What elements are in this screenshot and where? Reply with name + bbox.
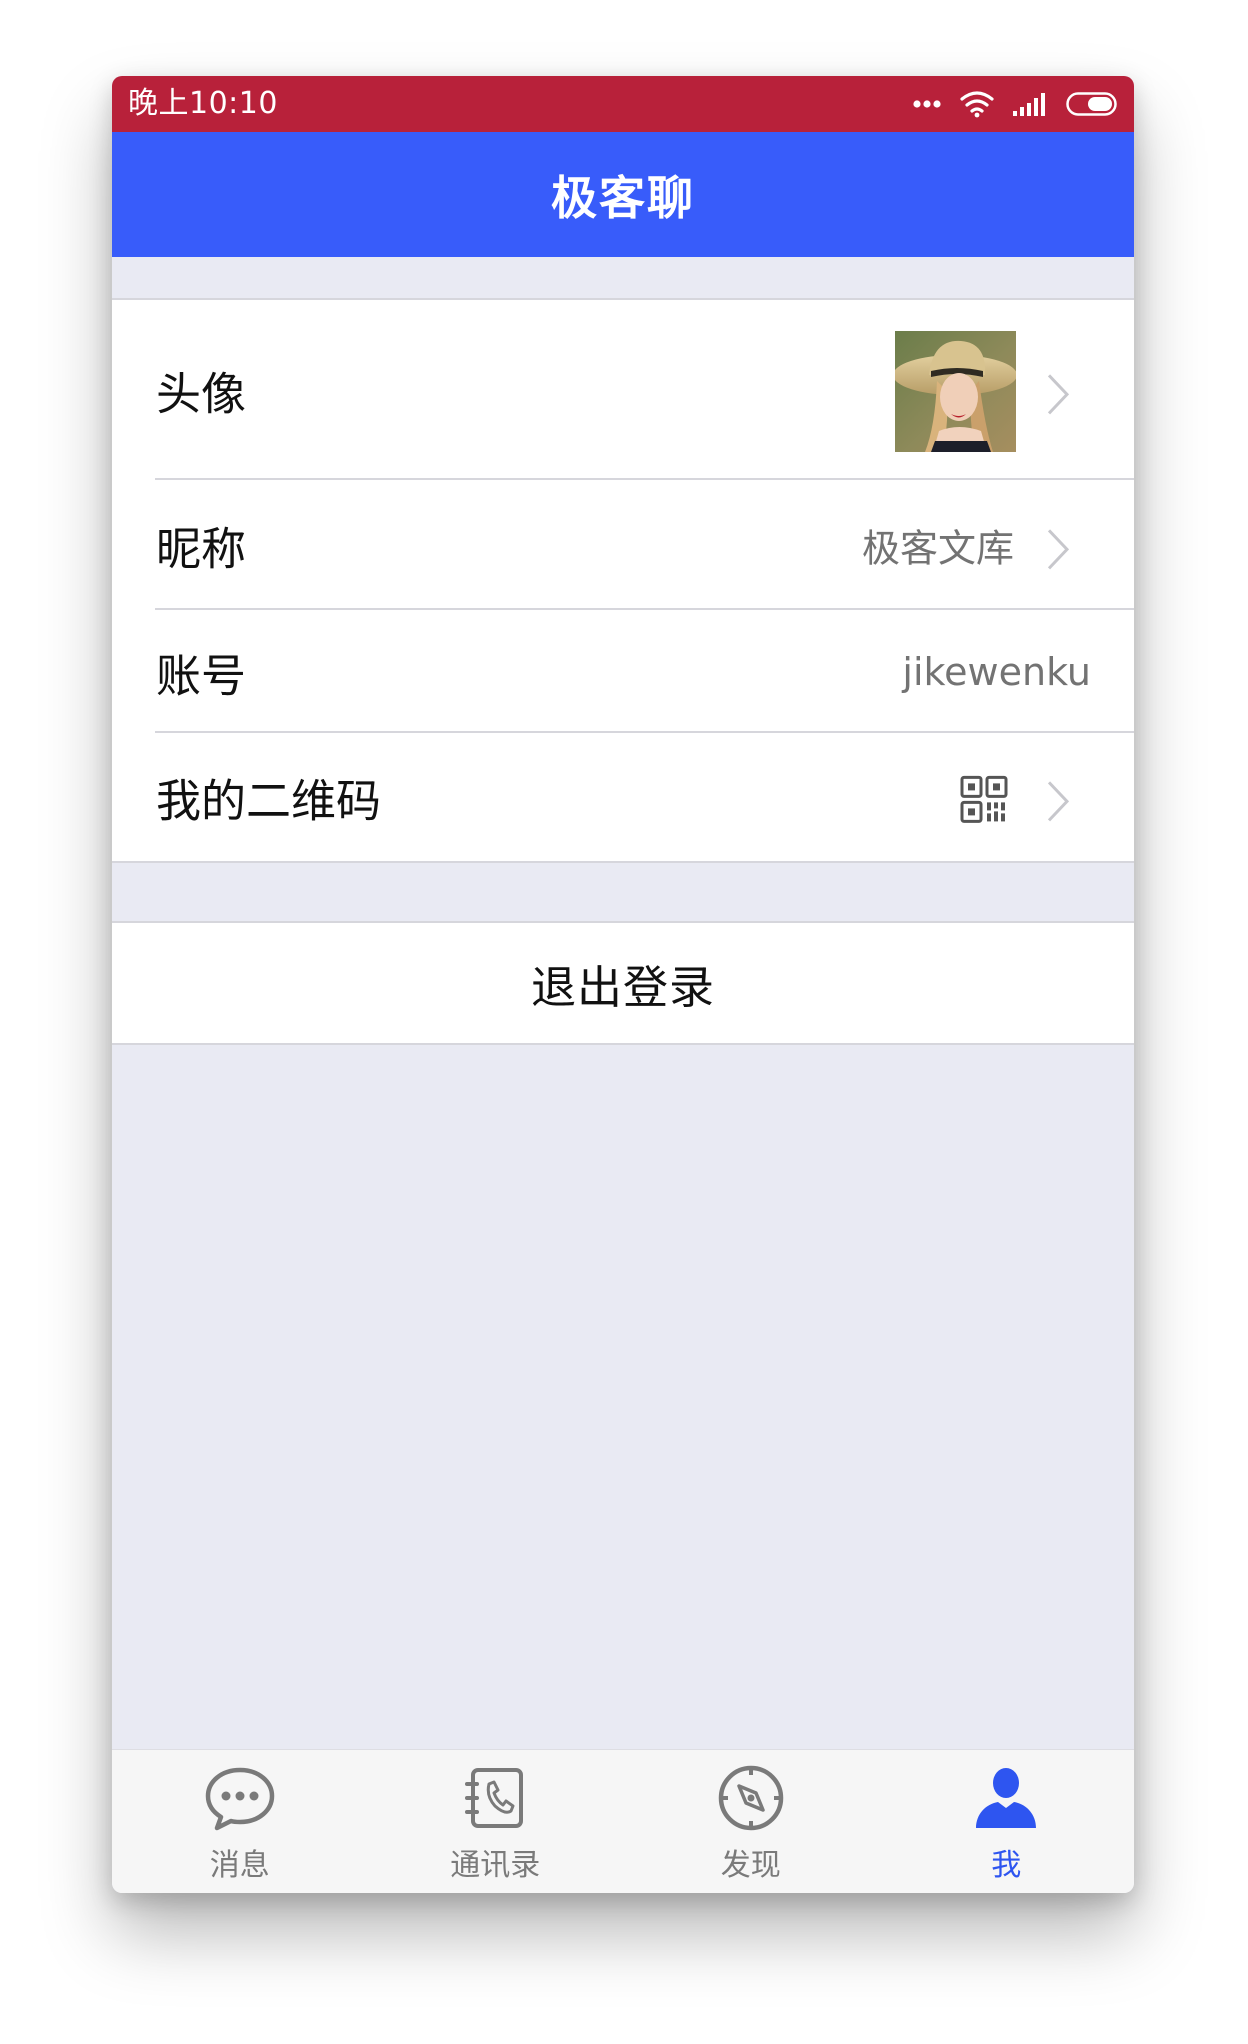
avatar-row[interactable]: 头像: [112, 300, 1134, 480]
logout-button[interactable]: 退出登录: [112, 923, 1134, 1043]
status-bar: 晚上10:10: [112, 76, 1134, 132]
tab-messages[interactable]: 消息: [112, 1750, 368, 1893]
phone-screen: 晚上10:10 极客聊 头像 昵称 极客文库 账号 jikewenku 我的二维…: [112, 76, 1134, 1893]
tab-bar: 消息 通讯录 发现 我: [112, 1749, 1134, 1893]
chevron-right-icon: [1047, 374, 1070, 415]
nickname-label: 昵称: [156, 522, 247, 576]
battery-icon: [1066, 92, 1117, 116]
contacts-book-icon: [465, 1768, 524, 1828]
avatar: [895, 331, 1016, 452]
tab-label: 发现: [720, 1848, 781, 1883]
qrcode-label: 我的二维码: [156, 774, 382, 828]
person-icon: [976, 1768, 1037, 1828]
account-row: 账号 jikewenku: [112, 610, 1134, 733]
nickname-row[interactable]: 昵称 极客文库: [112, 480, 1134, 610]
logout-group: 退出登录: [112, 921, 1134, 1045]
tab-label: 我: [991, 1848, 1022, 1883]
account-label: 账号: [156, 649, 247, 702]
wifi-icon: [960, 91, 994, 118]
chevron-right-icon: [1047, 781, 1070, 822]
tab-contacts[interactable]: 通讯录: [368, 1750, 624, 1893]
nav-bar: 极客聊: [112, 132, 1134, 257]
page-title: 极客聊: [551, 170, 695, 225]
status-icons: [912, 86, 1120, 122]
chevron-right-icon: [1047, 529, 1070, 570]
compass-icon: [718, 1765, 783, 1831]
qrcode-row[interactable]: 我的二维码: [112, 733, 1134, 861]
qr-code-icon: [960, 775, 1008, 823]
tab-me[interactable]: 我: [879, 1750, 1135, 1893]
avatar-label: 头像: [156, 367, 247, 421]
more-dots-icon: [913, 100, 941, 108]
profile-settings-group: 头像 昵称 极客文库 账号 jikewenku 我的二维码: [112, 298, 1134, 863]
nickname-value: 极客文库: [861, 526, 1014, 571]
tab-label: 通讯录: [450, 1848, 541, 1883]
status-time: 晚上10:10: [128, 86, 278, 121]
tab-label: 消息: [209, 1848, 270, 1883]
signal-icon: [1013, 93, 1045, 116]
tab-discover[interactable]: 发现: [623, 1750, 879, 1893]
chat-bubble-icon: [205, 1767, 274, 1831]
account-value: jikewenku: [902, 649, 1091, 694]
